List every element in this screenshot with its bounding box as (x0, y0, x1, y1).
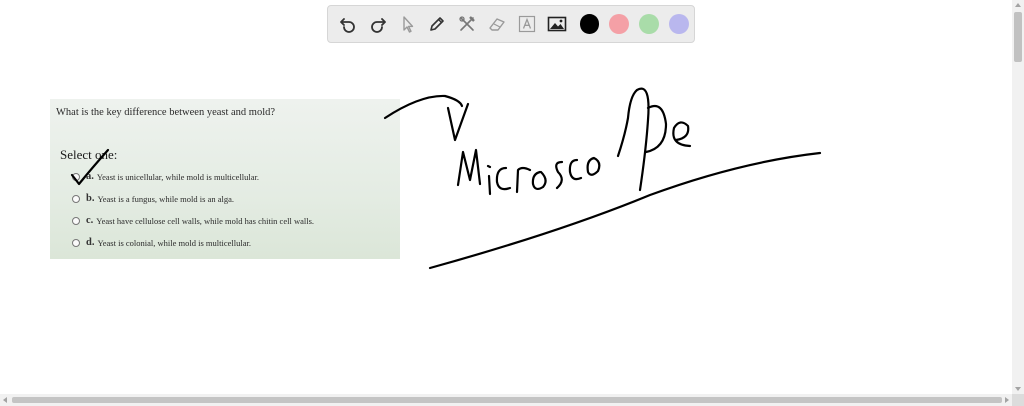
option-text: Yeast have cellulose cell walls, while m… (96, 215, 315, 226)
option-letter: d. (86, 237, 95, 248)
vertical-scrollbar[interactable] (1012, 0, 1024, 394)
scroll-right-arrow-icon[interactable] (1005, 397, 1009, 403)
horizontal-scrollbar[interactable] (0, 394, 1012, 406)
eraser-icon[interactable] (485, 12, 509, 36)
option-b: b. Yeast is a fungus, while mold is an a… (72, 193, 234, 204)
radio-b[interactable] (72, 194, 80, 203)
option-text: Yeast is a fungus, while mold is an alga… (97, 193, 235, 204)
radio-c[interactable] (72, 216, 80, 225)
vertical-scroll-thumb[interactable] (1014, 12, 1022, 62)
tools-icon[interactable] (455, 12, 479, 36)
question-screenshot-image: What is the key difference between yeast… (50, 99, 400, 259)
color-swatch-lavender[interactable] (669, 14, 690, 34)
color-swatch-black[interactable] (579, 14, 600, 34)
scroll-down-arrow-icon[interactable] (1015, 387, 1021, 391)
drawing-toolbar (327, 5, 695, 43)
option-letter: c. (86, 215, 94, 226)
pen-icon[interactable] (425, 12, 449, 36)
option-d: d. Yeast is colonial, while mold is mult… (72, 237, 251, 248)
color-swatch-pink[interactable] (609, 14, 630, 34)
redo-icon[interactable] (366, 12, 390, 36)
option-text: Yeast is colonial, while mold is multice… (97, 237, 252, 248)
image-icon[interactable] (545, 12, 569, 36)
option-a: a. Yeast is unicellular, while mold is m… (72, 171, 259, 182)
option-c: c. Yeast have cellulose cell walls, whil… (72, 215, 314, 226)
option-text: Yeast is unicellular, while mold is mult… (96, 171, 260, 182)
radio-d[interactable] (72, 238, 80, 247)
color-swatch-green[interactable] (639, 14, 660, 34)
scroll-left-arrow-icon[interactable] (3, 397, 7, 403)
option-letter: a. (86, 171, 94, 182)
undo-icon[interactable] (336, 12, 360, 36)
pointer-icon[interactable] (396, 12, 420, 36)
select-one-label: Select one: (60, 147, 118, 162)
scrollbar-corner (1012, 394, 1024, 406)
question-title: What is the key difference between yeast… (56, 107, 276, 118)
option-letter: b. (86, 193, 95, 204)
scroll-up-arrow-icon[interactable] (1015, 3, 1021, 7)
radio-a[interactable] (72, 172, 80, 181)
horizontal-scroll-thumb[interactable] (12, 397, 1002, 403)
text-icon[interactable] (515, 12, 539, 36)
